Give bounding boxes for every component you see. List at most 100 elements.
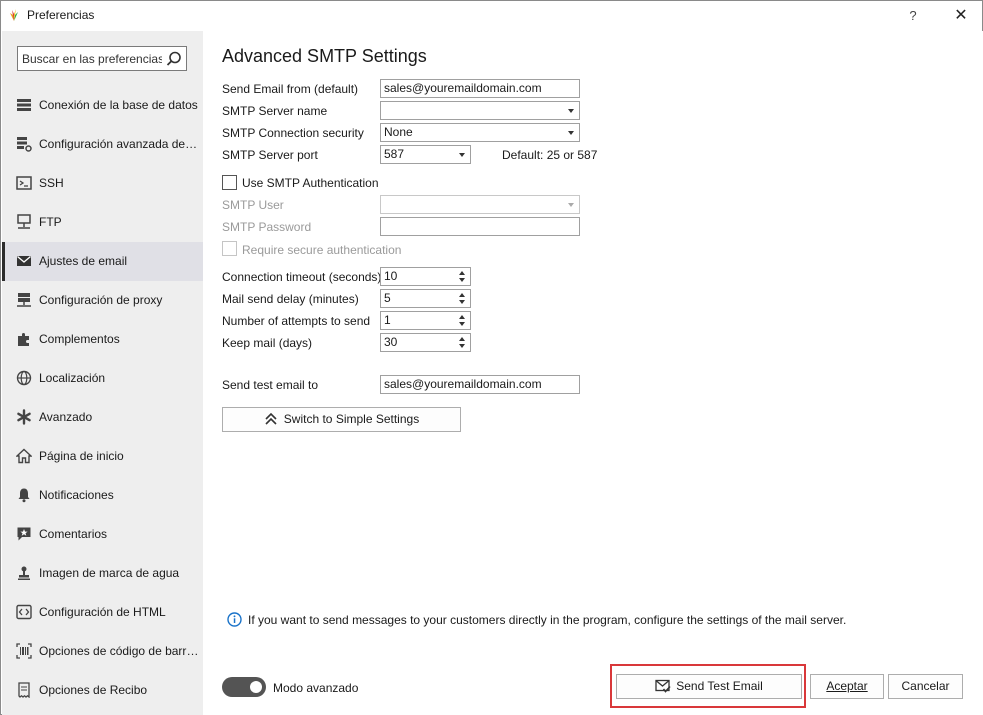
send-delay-value: 5 — [384, 291, 391, 305]
port-hint: Default: 25 or 587 — [502, 148, 598, 162]
chevron-down-icon — [459, 153, 465, 157]
sidebar-item-receipt[interactable]: Opciones de Recibo — [2, 671, 203, 710]
sidebar-item-label: Opciones de Recibo — [39, 683, 148, 697]
spinner-arrows-icon[interactable] — [456, 290, 468, 307]
info-icon — [227, 612, 242, 627]
test-email-field[interactable]: sales@youremaildomain.com — [380, 375, 580, 394]
sidebar-item-localization[interactable]: Localización — [2, 359, 203, 398]
smtp-password-label: SMTP Password — [222, 220, 312, 234]
ftp-network-icon — [17, 214, 31, 229]
sidebar-item-email-settings[interactable]: Ajustes de email — [2, 242, 203, 281]
secure-auth-checkbox — [222, 241, 237, 256]
use-auth-label[interactable]: Use SMTP Authentication — [242, 176, 379, 190]
sidebar-item-database-connection[interactable]: Conexión de la base de datos — [2, 86, 203, 125]
chevron-down-icon — [568, 109, 574, 113]
search-input[interactable] — [18, 47, 162, 70]
attempts-spinner[interactable]: 1 — [380, 311, 471, 330]
timeout-spinner[interactable]: 10 — [380, 267, 471, 286]
sidebar-item-ftp[interactable]: FTP — [2, 203, 203, 242]
sidebar-item-ssh[interactable]: SSH — [2, 164, 203, 203]
cancel-button[interactable]: Cancelar — [888, 674, 963, 699]
sidebar: Conexión de la base de datos Configuraci… — [2, 31, 203, 715]
send-test-email-label: Send Test Email — [676, 679, 763, 693]
sidebar-item-label: Página de inicio — [39, 449, 124, 463]
sidebar-item-comments[interactable]: Comentarios — [2, 515, 203, 554]
sidebar-item-html-settings[interactable]: Configuración de HTML — [2, 593, 203, 632]
receipt-icon — [18, 682, 30, 698]
sidebar-item-addons[interactable]: Complementos — [2, 320, 203, 359]
send-test-email-button[interactable]: Send Test Email — [616, 674, 802, 699]
chevron-down-icon — [568, 131, 574, 135]
port-label: SMTP Server port — [222, 148, 318, 162]
sidebar-item-label: Notificaciones — [39, 488, 114, 502]
terminal-icon — [16, 176, 32, 190]
timeout-label: Connection timeout (seconds) — [222, 270, 382, 284]
sidebar-item-proxy[interactable]: Configuración de proxy — [2, 281, 203, 320]
sidebar-item-label: Configuración de HTML — [39, 605, 166, 619]
globe-icon — [16, 370, 32, 386]
puzzle-icon — [18, 333, 29, 346]
keep-mail-spinner[interactable]: 30 — [380, 333, 471, 352]
spinner-arrows-icon[interactable] — [456, 268, 468, 285]
attempts-label: Number of attempts to send — [222, 314, 371, 328]
settings-panel: Advanced SMTP Settings Send Email from (… — [203, 31, 983, 715]
search-box — [17, 46, 187, 71]
secure-auth-label: Require secure authentication — [242, 243, 402, 257]
smtp-user-label: SMTP User — [222, 198, 284, 212]
ok-label: Aceptar — [826, 679, 868, 693]
sidebar-item-label: Localización — [39, 371, 106, 385]
info-message: If you want to send messages to your cus… — [227, 611, 927, 629]
sidebar-item-watermark[interactable]: Imagen de marca de agua — [2, 554, 203, 593]
sidebar-item-barcode[interactable]: Opciones de código de barras — [2, 632, 203, 671]
timeout-value: 10 — [384, 269, 398, 283]
sidebar-item-label: Opciones de código de barras — [39, 644, 199, 658]
sidebar-item-label: Configuración avanzada de la ... — [39, 137, 199, 151]
smtp-user-dropdown — [380, 195, 580, 214]
security-dropdown[interactable]: None — [380, 123, 580, 142]
send-from-field[interactable]: sales@youremaildomain.com — [380, 79, 580, 98]
send-delay-spinner[interactable]: 5 — [380, 289, 471, 308]
app-logo-icon — [10, 9, 18, 21]
port-dropdown[interactable]: 587 — [380, 145, 471, 164]
search-icon[interactable] — [165, 50, 183, 68]
toggle-knob — [250, 681, 262, 693]
sidebar-item-advanced[interactable]: Avanzado — [2, 398, 203, 437]
sidebar-item-label: Configuración de proxy — [39, 293, 163, 307]
ok-button[interactable]: Aceptar — [810, 674, 884, 699]
spinner-arrows-icon[interactable] — [456, 312, 468, 329]
double-chevron-up-icon — [265, 412, 277, 425]
database-icon — [17, 99, 31, 111]
switch-to-simple-label: Switch to Simple Settings — [283, 412, 420, 426]
advanced-mode-label: Modo avanzado — [273, 681, 359, 695]
barcode-icon — [16, 643, 32, 659]
sidebar-item-notifications[interactable]: Notificaciones — [2, 476, 203, 515]
comment-star-icon — [17, 527, 31, 541]
keep-mail-value: 30 — [384, 335, 398, 349]
use-auth-checkbox[interactable] — [222, 175, 237, 190]
spinner-arrows-icon[interactable] — [456, 334, 468, 351]
sidebar-item-label: FTP — [39, 215, 62, 229]
bell-icon — [18, 488, 30, 503]
proxy-server-icon — [17, 293, 31, 307]
server-name-label: SMTP Server name — [222, 104, 328, 118]
advanced-mode-toggle[interactable] — [222, 677, 266, 697]
smtp-password-field — [380, 217, 580, 236]
server-name-dropdown[interactable] — [380, 101, 580, 120]
sidebar-item-label: Conexión de la base de datos — [39, 98, 198, 112]
sidebar-item-home-page[interactable]: Página de inicio — [2, 437, 203, 476]
sidebar-item-advanced-database[interactable]: Configuración avanzada de la ... — [2, 125, 203, 164]
preferences-window: Preferencias ? ✕ Conexión de la base de … — [0, 0, 983, 715]
database-settings-icon — [17, 137, 32, 152]
chevron-down-icon — [568, 203, 574, 207]
sidebar-item-label: Imagen de marca de agua — [39, 566, 180, 580]
attempts-value: 1 — [384, 313, 391, 327]
security-value: None — [384, 125, 413, 139]
close-button[interactable]: ✕ — [947, 5, 975, 27]
info-text: If you want to send messages to your cus… — [248, 613, 847, 627]
port-value: 587 — [384, 147, 405, 161]
sidebar-item-label: SSH — [39, 176, 64, 190]
title-bar: Preferencias ? ✕ — [1, 1, 982, 31]
switch-to-simple-button[interactable]: Switch to Simple Settings — [222, 407, 461, 432]
help-button[interactable]: ? — [899, 5, 927, 27]
sidebar-item-label: Ajustes de email — [39, 254, 128, 268]
